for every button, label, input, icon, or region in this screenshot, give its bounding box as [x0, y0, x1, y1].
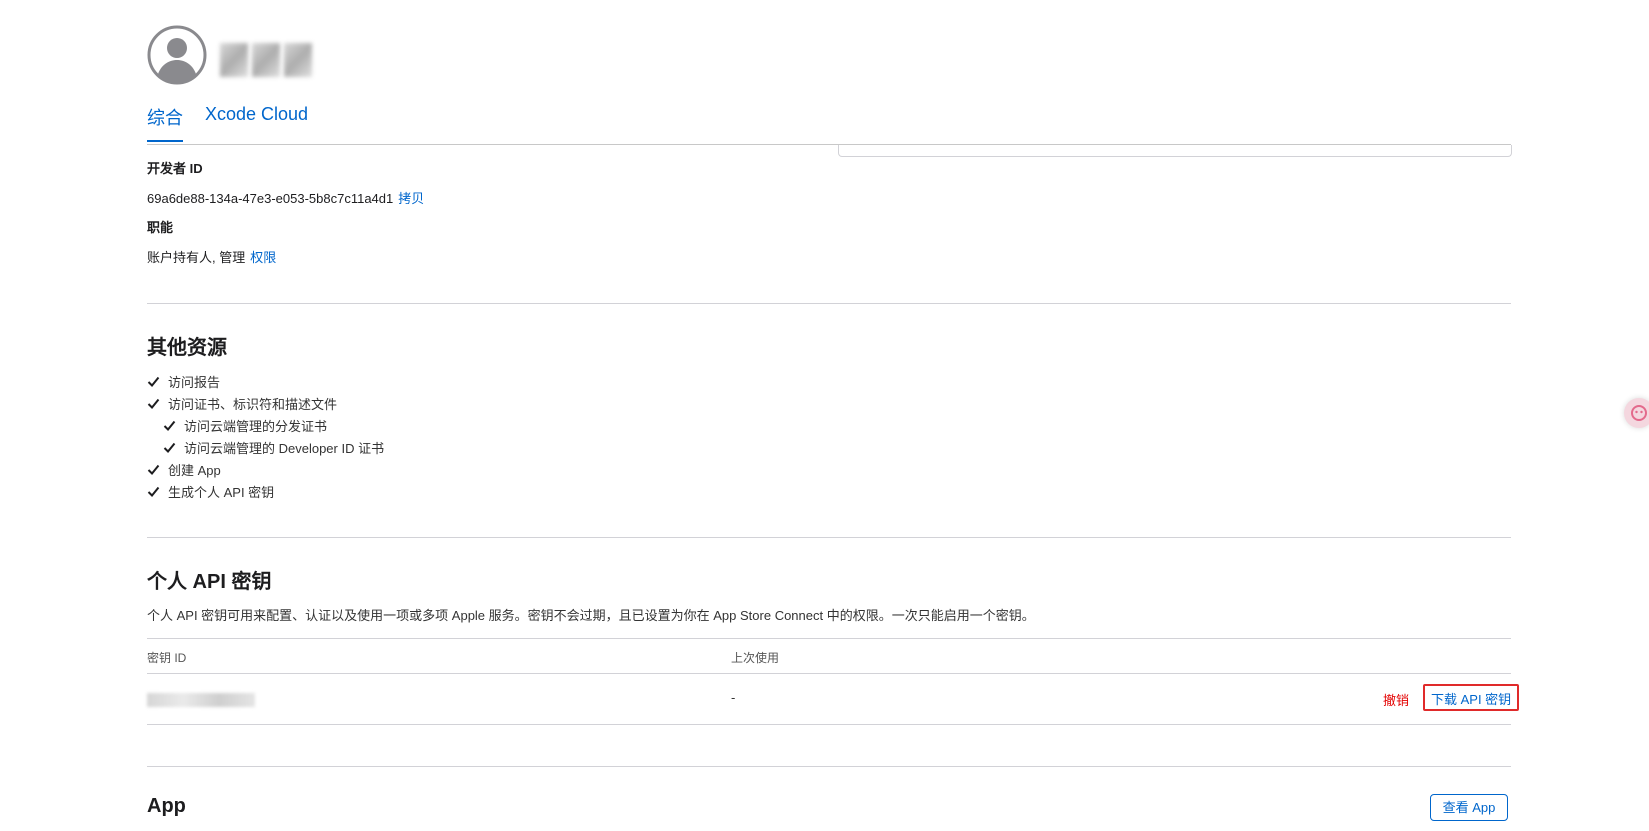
list-item: 访问云端管理的分发证书 — [147, 414, 384, 436]
column-header-key-id: 密钥 ID — [147, 651, 187, 665]
tab-overview[interactable]: 综合 — [147, 104, 183, 142]
table-bottom-rule — [147, 724, 1511, 725]
key-id-redacted — [147, 693, 255, 707]
checkmark-icon — [147, 486, 160, 497]
assistant-widget-icon — [1631, 405, 1647, 421]
list-item-label: 访问云端管理的 Developer ID 证书 — [184, 440, 385, 456]
revoke-button[interactable]: 撤销 — [1383, 690, 1409, 709]
role-value: 账户持有人, 管理 — [147, 250, 246, 265]
view-app-button[interactable]: 查看 App — [1430, 794, 1508, 821]
list-item: 访问报告 — [147, 370, 384, 392]
developer-id-row: 69a6de88-134a-47e3-e053-5b8c7c11a4d1 拷贝 — [147, 188, 424, 207]
list-item: 访问云端管理的 Developer ID 证书 — [147, 436, 384, 458]
user-avatar-icon — [147, 25, 207, 85]
assistant-widget[interactable] — [1624, 398, 1649, 428]
checkmark-icon — [147, 376, 160, 387]
resources-list: 访问报告 访问证书、标识符和描述文件 访问云端管理的分发证书 访问云端管理的 D… — [147, 370, 384, 502]
api-keys-description: 个人 API 密钥可用来配置、认证以及使用一项或多项 Apple 服务。密钥不会… — [147, 608, 1035, 623]
developer-id-label: 开发者 ID — [147, 161, 203, 176]
list-item-label: 访问报告 — [168, 374, 221, 390]
checkmark-icon — [163, 420, 176, 431]
role-label: 职能 — [147, 220, 174, 235]
section-divider — [147, 766, 1511, 767]
resources-title: 其他资源 — [147, 337, 227, 359]
app-section-title: App — [147, 795, 186, 817]
role-row: 账户持有人, 管理 权限 — [147, 247, 276, 266]
permissions-link[interactable]: 权限 — [250, 250, 276, 265]
tab-bar: 综合 Xcode Cloud — [147, 104, 330, 142]
list-item: 创建 App — [147, 458, 384, 480]
list-item: 访问证书、标识符和描述文件 — [147, 392, 384, 414]
section-divider — [147, 303, 1511, 304]
checkmark-icon — [147, 464, 160, 475]
list-item-label: 访问证书、标识符和描述文件 — [168, 396, 338, 412]
checkmark-icon — [147, 398, 160, 409]
section-divider — [147, 537, 1511, 538]
last-used-value: - — [731, 690, 736, 705]
table-header-rule — [147, 673, 1511, 674]
tab-xcode-cloud[interactable]: Xcode Cloud — [205, 104, 308, 142]
list-item-label: 访问云端管理的分发证书 — [184, 418, 328, 434]
copy-link[interactable]: 拷贝 — [398, 191, 424, 206]
table-top-rule — [147, 638, 1511, 639]
account-name-redacted — [220, 43, 312, 77]
scrolled-input-field[interactable] — [838, 145, 1512, 157]
checkmark-icon — [163, 442, 176, 453]
list-item-label: 生成个人 API 密钥 — [168, 484, 275, 500]
api-keys-title: 个人 API 密钥 — [147, 571, 272, 593]
developer-id-value: 69a6de88-134a-47e3-e053-5b8c7c11a4d1 — [147, 191, 394, 206]
list-item-label: 创建 App — [168, 462, 221, 478]
download-api-key-button[interactable]: 下载 API 密钥 — [1423, 684, 1520, 711]
column-header-last-used: 上次使用 — [731, 651, 780, 665]
list-item: 生成个人 API 密钥 — [147, 480, 384, 502]
